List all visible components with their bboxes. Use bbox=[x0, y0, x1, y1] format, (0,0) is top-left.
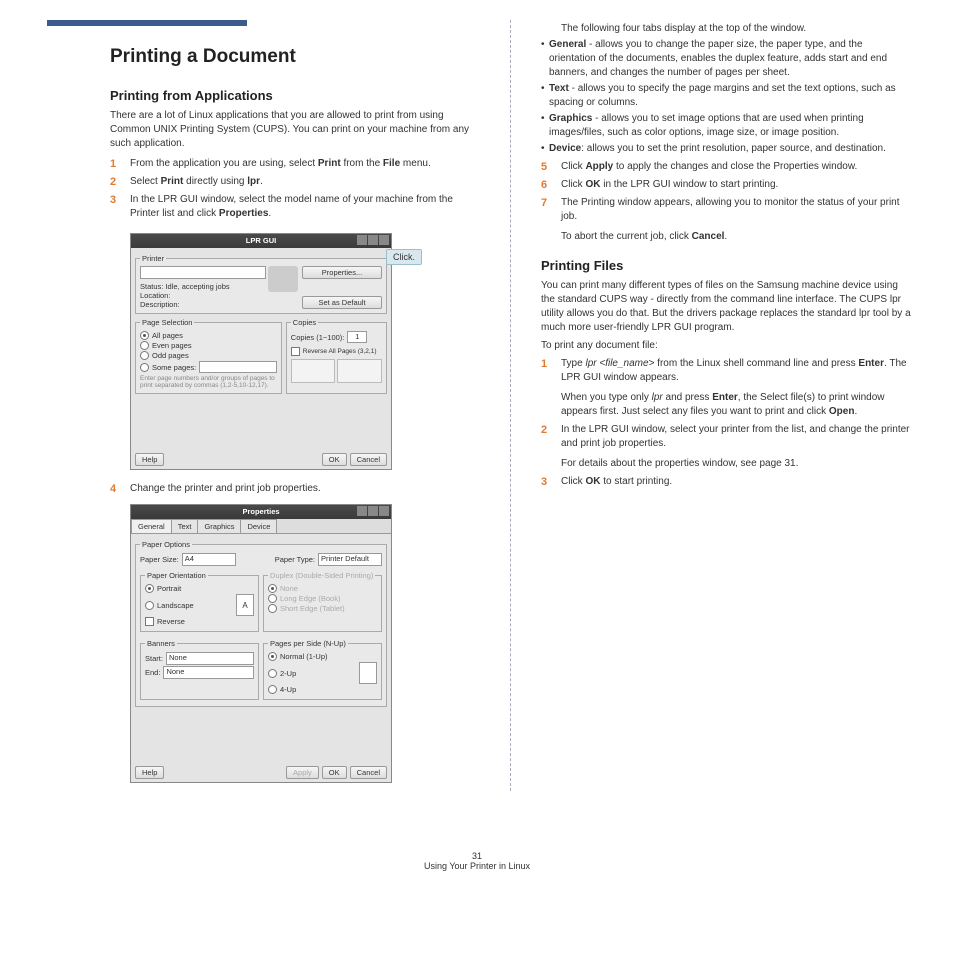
header-bar bbox=[47, 20, 247, 26]
radio-2up[interactable] bbox=[268, 669, 277, 678]
printer-icon bbox=[268, 266, 298, 292]
radio-even[interactable] bbox=[140, 341, 149, 350]
step-2b: 2 In the LPR GUI window, select your pri… bbox=[541, 423, 911, 471]
nup-icon bbox=[359, 662, 377, 684]
banner-start[interactable]: None bbox=[166, 652, 254, 665]
page-footer: 31 Using Your Printer in Linux bbox=[0, 851, 954, 871]
cancel-button[interactable]: Cancel bbox=[350, 453, 387, 466]
radio-1up[interactable] bbox=[268, 652, 277, 661]
step-1: 1 From the application you are using, se… bbox=[110, 157, 480, 171]
ok-button[interactable]: OK bbox=[322, 453, 347, 466]
banner-end[interactable]: None bbox=[163, 666, 254, 679]
radio-4up[interactable] bbox=[268, 685, 277, 694]
step-3b: 3 Click OK to start printing. bbox=[541, 475, 911, 489]
radio-landscape[interactable] bbox=[145, 601, 154, 610]
radio-portrait[interactable] bbox=[145, 584, 154, 593]
step-3: 3 In the LPR GUI window, select the mode… bbox=[110, 193, 480, 221]
help-button[interactable]: Help bbox=[135, 766, 164, 779]
paper-size-combo[interactable]: A4 bbox=[182, 553, 236, 566]
tab-device[interactable]: Device bbox=[240, 519, 277, 533]
help-button[interactable]: Help bbox=[135, 453, 164, 466]
bullet-text: Text - allows you to specify the page ma… bbox=[541, 82, 911, 110]
lpr-gui-screenshot: LPR GUI Printer Status: Idle, accepting … bbox=[130, 233, 392, 470]
bullet-general: General - allows you to change the paper… bbox=[541, 38, 911, 80]
section-heading: Printing Files bbox=[541, 258, 911, 273]
page-title: Printing a Document bbox=[110, 46, 480, 68]
step-6: 6 Click OK in the LPR GUI window to star… bbox=[541, 178, 911, 192]
intro-text: There are a lot of Linux applications th… bbox=[110, 109, 480, 151]
radio-odd[interactable] bbox=[140, 351, 149, 360]
ok-button[interactable]: OK bbox=[322, 766, 347, 779]
reverse-check[interactable] bbox=[145, 617, 154, 626]
tab-graphics[interactable]: Graphics bbox=[197, 519, 241, 533]
step-2: 2 Select Print directly using lpr. bbox=[110, 175, 480, 189]
radio-some[interactable] bbox=[140, 363, 149, 372]
paper-type-combo[interactable]: Printer Default bbox=[318, 553, 382, 566]
orient-icon: A bbox=[236, 594, 254, 616]
collate-icon bbox=[291, 359, 336, 383]
collate-icon bbox=[337, 359, 382, 383]
properties-button[interactable]: Properties... bbox=[302, 266, 382, 279]
tabs-intro: The following four tabs display at the t… bbox=[561, 22, 911, 36]
bullet-device: Device: allows you to set the print reso… bbox=[541, 142, 911, 156]
intro-text: You can print many different types of fi… bbox=[541, 279, 911, 335]
step-4: 4Change the printer and print job proper… bbox=[110, 482, 480, 496]
cancel-button[interactable]: Cancel bbox=[350, 766, 387, 779]
step-1b: 1 Type lpr <file_name> from the Linux sh… bbox=[541, 357, 911, 419]
printer-combo[interactable] bbox=[140, 266, 266, 279]
set-default-button[interactable]: Set as Default bbox=[302, 296, 382, 309]
apply-button[interactable]: Apply bbox=[286, 766, 319, 779]
reverse-check[interactable] bbox=[291, 347, 300, 356]
tab-text[interactable]: Text bbox=[171, 519, 199, 533]
bullet-graphics: Graphics - allows you to set image optio… bbox=[541, 112, 911, 140]
step-5: 5 Click Apply to apply the changes and c… bbox=[541, 160, 911, 174]
step-7: 7 The Printing window appears, allowing … bbox=[541, 196, 911, 244]
radio-all-pages[interactable] bbox=[140, 331, 149, 340]
properties-screenshot: Properties General Text Graphics Device … bbox=[130, 504, 392, 783]
lead-text: To print any document file: bbox=[541, 339, 911, 353]
tab-general[interactable]: General bbox=[131, 519, 172, 533]
click-callout: Click. bbox=[386, 249, 422, 265]
section-heading: Printing from Applications bbox=[110, 88, 480, 103]
copies-input[interactable]: 1 bbox=[347, 331, 367, 343]
